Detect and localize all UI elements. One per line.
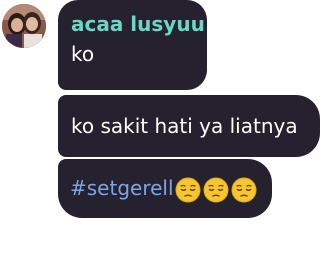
message-bubble[interactable]: acaa lusyuu ko bbox=[58, 0, 207, 90]
hashtag-link[interactable]: #setgerell bbox=[70, 176, 174, 200]
chat-thread: acaa lusyuu ko ko sakit hati ya liatnya … bbox=[0, 0, 320, 270]
avatar[interactable] bbox=[2, 4, 46, 48]
emoji-group bbox=[175, 177, 259, 203]
message-bubble[interactable]: #setgerell bbox=[58, 159, 272, 218]
pensive-face-icon bbox=[203, 177, 229, 202]
pensive-face-icon bbox=[231, 177, 257, 202]
message-text: ko sakit hati ya liatnya bbox=[71, 114, 298, 138]
pensive-face-icon bbox=[175, 177, 201, 202]
message-text: ko bbox=[71, 42, 95, 66]
message-text: #setgerell bbox=[70, 173, 262, 203]
sender-name[interactable]: acaa lusyuu bbox=[71, 9, 205, 39]
avatar-photo bbox=[2, 4, 46, 48]
message-bubble[interactable]: ko sakit hati ya liatnya bbox=[58, 95, 320, 157]
